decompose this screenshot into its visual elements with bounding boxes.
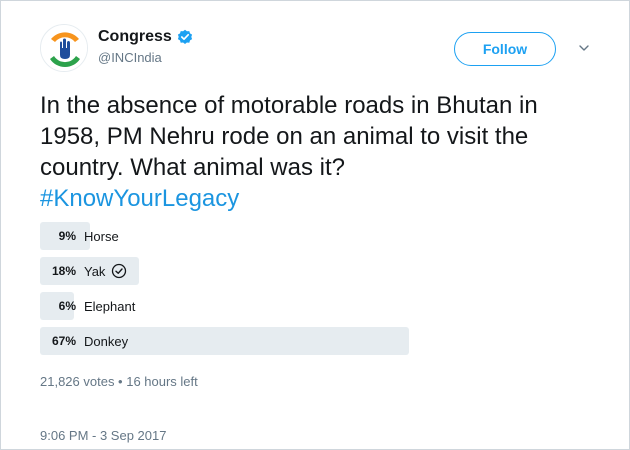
user-handle[interactable]: @INCIndia <box>98 50 193 65</box>
poll-percent: 18% <box>51 264 76 278</box>
poll-option-content: 67% Donkey <box>40 327 128 355</box>
tweet-header: Congress @INCIndia Follow <box>40 24 600 76</box>
congress-logo-icon <box>41 25 87 71</box>
poll-label: Elephant <box>84 298 136 314</box>
tweet-body: In the absence of motorable roads in Bhu… <box>40 92 538 181</box>
display-name-row: Congress <box>98 28 193 46</box>
hashtag-link[interactable]: #KnowYourLegacy <box>40 185 239 212</box>
poll-option-content: 6% Elephant <box>40 292 136 320</box>
check-circle-icon <box>111 263 127 279</box>
poll-label: Yak <box>84 263 106 279</box>
poll-label: Horse <box>84 228 119 244</box>
tweet-timestamp[interactable]: 9:06 PM - 3 Sep 2017 <box>40 428 166 443</box>
poll: 9% Horse 18% Yak 6% Elephant 67% Donkey <box>40 222 420 362</box>
poll-percent: 67% <box>51 334 76 348</box>
poll-label: Donkey <box>84 333 129 349</box>
poll-meta: 21,826 votes • 16 hours left <box>40 374 198 389</box>
user-identity: Congress @INCIndia <box>98 28 193 65</box>
poll-percent: 9% <box>58 229 76 243</box>
avatar[interactable] <box>40 24 88 72</box>
verified-badge-icon <box>177 29 193 45</box>
poll-option: 6% Elephant <box>40 292 420 320</box>
chevron-down-icon[interactable] <box>574 38 594 58</box>
display-name[interactable]: Congress <box>98 28 172 46</box>
poll-option: 9% Horse <box>40 222 420 250</box>
tweet-text: In the absence of motorable roads in Bhu… <box>40 90 600 214</box>
poll-option-content: 9% Horse <box>40 222 119 250</box>
poll-option: 18% Yak <box>40 257 420 285</box>
poll-option: 67% Donkey <box>40 327 420 355</box>
poll-option-content: 18% Yak <box>40 257 127 285</box>
follow-button[interactable]: Follow <box>454 32 556 66</box>
poll-percent: 6% <box>58 299 76 313</box>
